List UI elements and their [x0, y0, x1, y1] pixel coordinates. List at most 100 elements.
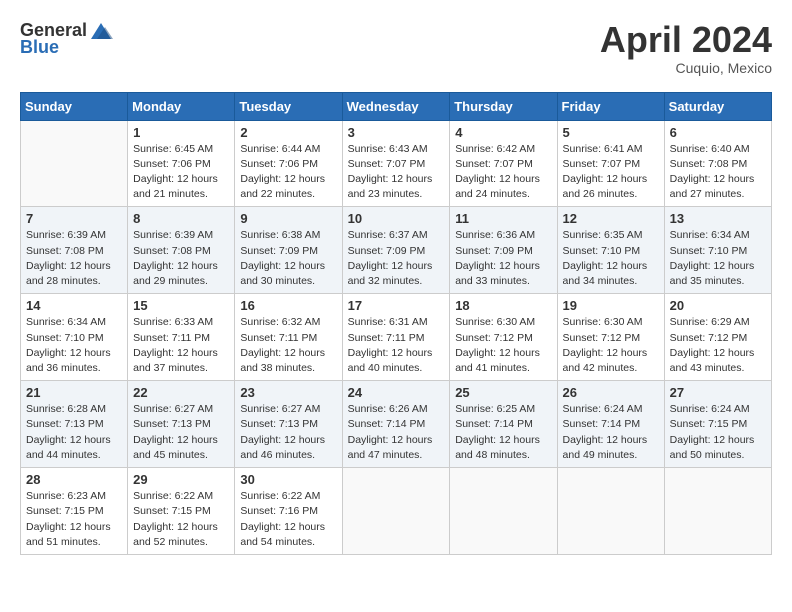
table-row: 4Sunrise: 6:42 AMSunset: 7:07 PMDaylight… [450, 120, 557, 207]
day-number: 20 [670, 298, 766, 313]
table-row: 21 Sunrise: 6:28 AMSunset: 7:13 PMDayligh… [21, 381, 128, 468]
table-row [342, 468, 450, 555]
day-info: Sunrise: 6:27 AMSunset: 7:13 PMDaylight:… [240, 402, 336, 463]
table-row: 14Sunrise: 6:34 AMSunset: 7:10 PMDayligh… [21, 294, 128, 381]
day-number: 23 [240, 385, 336, 400]
day-number: 9 [240, 211, 336, 226]
day-number: 26 [563, 385, 659, 400]
day-info: Sunrise: 6:39 AMSunset: 7:08 PMDaylight:… [133, 228, 229, 289]
table-row: 30 Sunrise: 6:22 AMSunset: 7:16 PMDayligh… [235, 468, 342, 555]
calendar-week-row: 7 Sunrise: 6:39 AMSunset: 7:08 PMDaylight… [21, 207, 772, 294]
day-number: 12 [563, 211, 659, 226]
day-number: 2 [240, 125, 336, 140]
day-number: 27 [670, 385, 766, 400]
col-sunday: Sunday [21, 92, 128, 120]
day-info: Sunrise: 6:28 AMSunset: 7:13 PMDaylight:… [26, 402, 122, 463]
table-row: 6 Sunrise: 6:40 AMSunset: 7:08 PMDaylight… [664, 120, 771, 207]
page-header: General Blue April 2024 Cuquio, Mexico [20, 20, 772, 76]
day-info: Sunrise: 6:30 AMSunset: 7:12 PMDaylight:… [563, 315, 659, 376]
day-number: 30 [240, 472, 336, 487]
day-info: Sunrise: 6:38 AMSunset: 7:09 PMDaylight:… [240, 228, 336, 289]
day-info: Sunrise: 6:22 AMSunset: 7:15 PMDaylight:… [133, 489, 229, 550]
day-number: 10 [348, 211, 445, 226]
day-number: 21 [26, 385, 122, 400]
day-info: Sunrise: 6:35 AMSunset: 7:10 PMDaylight:… [563, 228, 659, 289]
table-row: 7 Sunrise: 6:39 AMSunset: 7:08 PMDaylight… [21, 207, 128, 294]
calendar-week-row: 28 Sunrise: 6:23 AMSunset: 7:15 PMDayligh… [21, 468, 772, 555]
day-info: Sunrise: 6:40 AMSunset: 7:08 PMDaylight:… [670, 142, 766, 203]
day-number: 5 [563, 125, 659, 140]
table-row [450, 468, 557, 555]
table-row [21, 120, 128, 207]
table-row: 8 Sunrise: 6:39 AMSunset: 7:08 PMDaylight… [128, 207, 235, 294]
day-info: Sunrise: 6:41 AMSunset: 7:07 PMDaylight:… [563, 142, 659, 203]
calendar-week-row: 1 Sunrise: 6:45 AMSunset: 7:06 PMDaylight… [21, 120, 772, 207]
day-number: 22 [133, 385, 229, 400]
day-info: Sunrise: 6:36 AMSunset: 7:09 PMDaylight:… [455, 228, 551, 289]
col-friday: Friday [557, 92, 664, 120]
table-row: 10Sunrise: 6:37 AMSunset: 7:09 PMDayligh… [342, 207, 450, 294]
day-info: Sunrise: 6:32 AMSunset: 7:11 PMDaylight:… [240, 315, 336, 376]
day-info: Sunrise: 6:30 AMSunset: 7:12 PMDaylight:… [455, 315, 551, 376]
table-row: 24 Sunrise: 6:26 AMSunset: 7:14 PMDayligh… [342, 381, 450, 468]
table-row: 27Sunrise: 6:24 AMSunset: 7:15 PMDayligh… [664, 381, 771, 468]
table-row [664, 468, 771, 555]
col-saturday: Saturday [664, 92, 771, 120]
day-info: Sunrise: 6:27 AMSunset: 7:13 PMDaylight:… [133, 402, 229, 463]
day-info: Sunrise: 6:23 AMSunset: 7:15 PMDaylight:… [26, 489, 122, 550]
table-row: 29 Sunrise: 6:22 AMSunset: 7:15 PMDayligh… [128, 468, 235, 555]
day-number: 18 [455, 298, 551, 313]
day-number: 19 [563, 298, 659, 313]
month-title: April 2024 [600, 20, 772, 60]
day-number: 11 [455, 211, 551, 226]
day-info: Sunrise: 6:31 AMSunset: 7:11 PMDaylight:… [348, 315, 445, 376]
day-info: Sunrise: 6:25 AMSunset: 7:14 PMDaylight:… [455, 402, 551, 463]
calendar-week-row: 14Sunrise: 6:34 AMSunset: 7:10 PMDayligh… [21, 294, 772, 381]
col-wednesday: Wednesday [342, 92, 450, 120]
day-number: 29 [133, 472, 229, 487]
day-number: 13 [670, 211, 766, 226]
day-info: Sunrise: 6:39 AMSunset: 7:08 PMDaylight:… [26, 228, 122, 289]
day-number: 24 [348, 385, 445, 400]
col-monday: Monday [128, 92, 235, 120]
day-number: 1 [133, 125, 229, 140]
table-row: 26 Sunrise: 6:24 AMSunset: 7:14 PMDayligh… [557, 381, 664, 468]
table-row: 13Sunrise: 6:34 AMSunset: 7:10 PMDayligh… [664, 207, 771, 294]
day-number: 7 [26, 211, 122, 226]
calendar-table: Sunday Monday Tuesday Wednesday Thursday… [20, 92, 772, 555]
day-number: 25 [455, 385, 551, 400]
table-row: 9 Sunrise: 6:38 AMSunset: 7:09 PMDaylight… [235, 207, 342, 294]
table-row: 18 Sunrise: 6:30 AMSunset: 7:12 PMDayligh… [450, 294, 557, 381]
day-info: Sunrise: 6:26 AMSunset: 7:14 PMDaylight:… [348, 402, 445, 463]
day-number: 3 [348, 125, 445, 140]
table-row: 3 Sunrise: 6:43 AMSunset: 7:07 PMDaylight… [342, 120, 450, 207]
table-row: 28 Sunrise: 6:23 AMSunset: 7:15 PMDayligh… [21, 468, 128, 555]
day-info: Sunrise: 6:29 AMSunset: 7:12 PMDaylight:… [670, 315, 766, 376]
day-info: Sunrise: 6:22 AMSunset: 7:16 PMDaylight:… [240, 489, 336, 550]
calendar-week-row: 21 Sunrise: 6:28 AMSunset: 7:13 PMDayligh… [21, 381, 772, 468]
table-row: 12 Sunrise: 6:35 AMSunset: 7:10 PMDayligh… [557, 207, 664, 294]
logo: General Blue [20, 20, 113, 58]
day-info: Sunrise: 6:42 AMSunset: 7:07 PMDaylight:… [455, 142, 551, 203]
day-info: Sunrise: 6:45 AMSunset: 7:06 PMDaylight:… [133, 142, 229, 203]
col-tuesday: Tuesday [235, 92, 342, 120]
day-number: 16 [240, 298, 336, 313]
logo-icon [89, 21, 113, 41]
day-number: 28 [26, 472, 122, 487]
day-info: Sunrise: 6:34 AMSunset: 7:10 PMDaylight:… [26, 315, 122, 376]
day-info: Sunrise: 6:44 AMSunset: 7:06 PMDaylight:… [240, 142, 336, 203]
table-row: 25 Sunrise: 6:25 AMSunset: 7:14 PMDayligh… [450, 381, 557, 468]
day-number: 8 [133, 211, 229, 226]
table-row: 2 Sunrise: 6:44 AMSunset: 7:06 PMDaylight… [235, 120, 342, 207]
col-thursday: Thursday [450, 92, 557, 120]
day-info: Sunrise: 6:43 AMSunset: 7:07 PMDaylight:… [348, 142, 445, 203]
calendar-header-row: Sunday Monday Tuesday Wednesday Thursday… [21, 92, 772, 120]
day-info: Sunrise: 6:33 AMSunset: 7:11 PMDaylight:… [133, 315, 229, 376]
table-row [557, 468, 664, 555]
table-row: 17Sunrise: 6:31 AMSunset: 7:11 PMDayligh… [342, 294, 450, 381]
logo-blue: Blue [20, 37, 59, 58]
table-row: 22 Sunrise: 6:27 AMSunset: 7:13 PMDayligh… [128, 381, 235, 468]
day-info: Sunrise: 6:24 AMSunset: 7:14 PMDaylight:… [563, 402, 659, 463]
day-number: 6 [670, 125, 766, 140]
table-row: 5 Sunrise: 6:41 AMSunset: 7:07 PMDaylight… [557, 120, 664, 207]
